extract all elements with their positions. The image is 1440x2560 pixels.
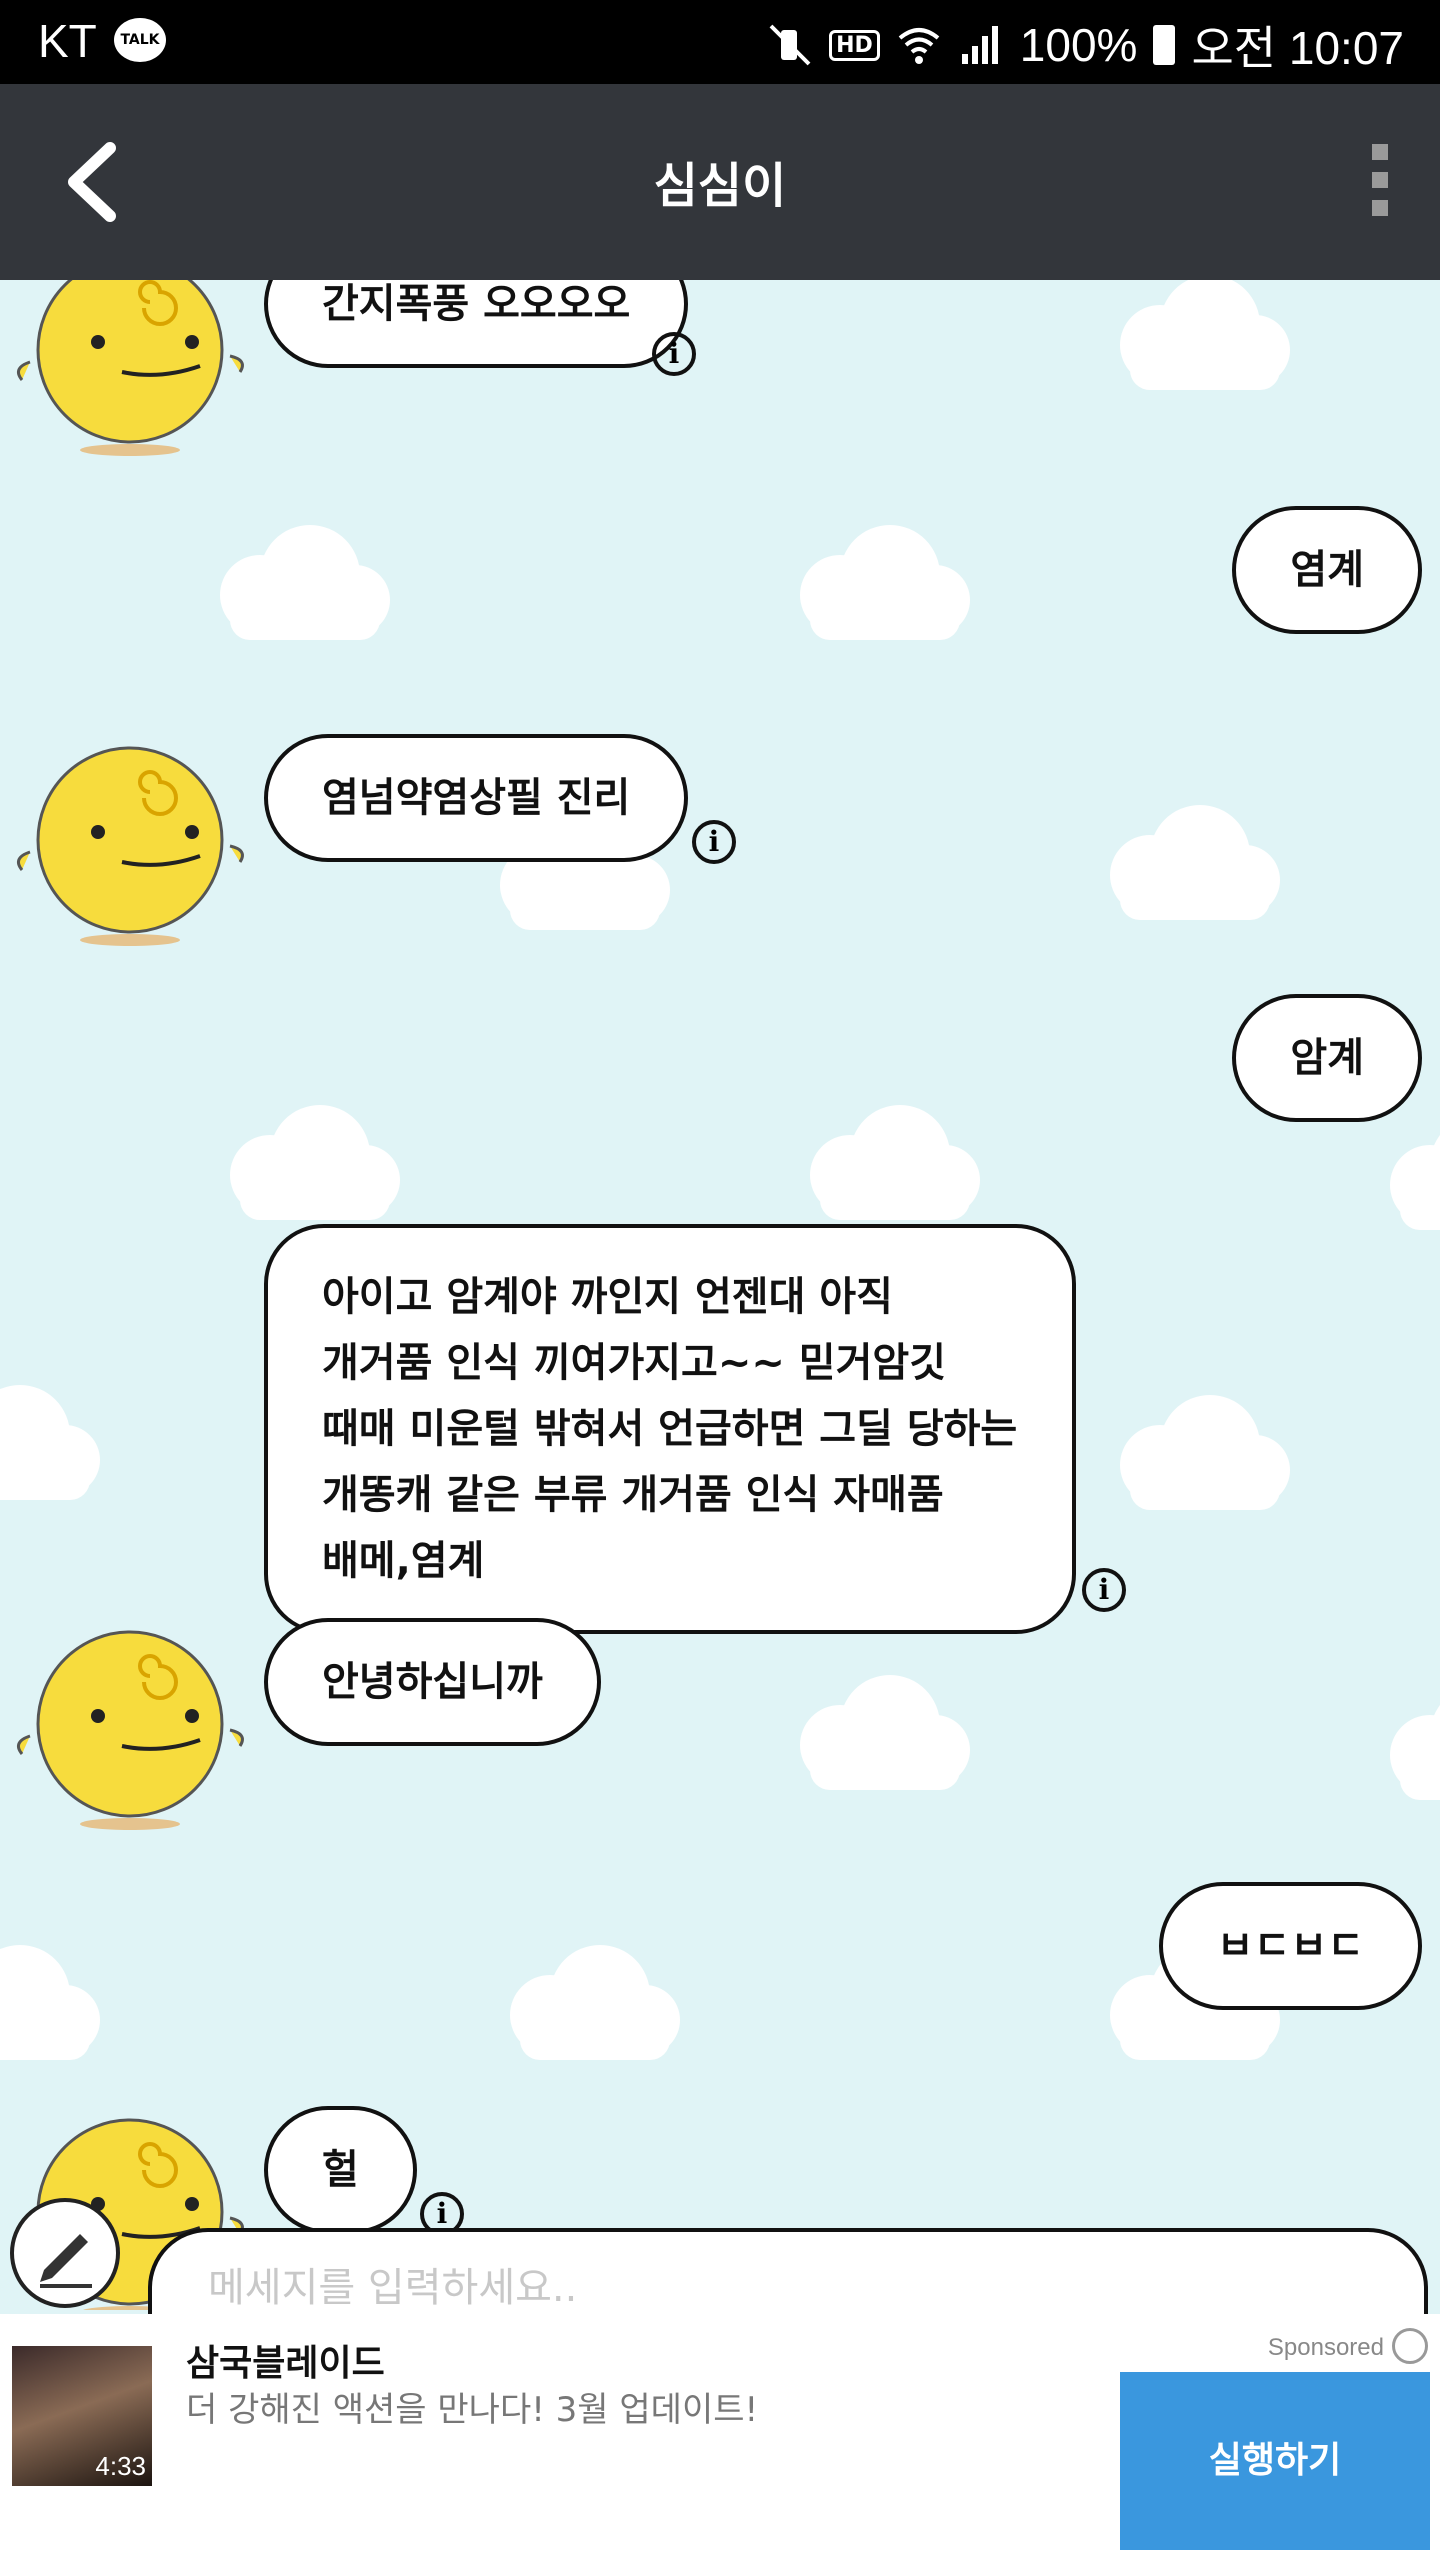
chat-bubble-bot: 간지폭풍 오오오오: [264, 280, 689, 368]
carrier-label: KT: [38, 15, 97, 67]
battery-icon: [1153, 25, 1176, 65]
ad-cta-button[interactable]: 실행하기: [1120, 2372, 1430, 2550]
message-line: 개똥캐 같은 부류 개거품 인식 자매품: [322, 1472, 944, 1518]
status-indicators: HD 100% 오전 10:07: [767, 12, 1404, 78]
simsimi-avatar[interactable]: [10, 1624, 250, 1844]
ad-banner[interactable]: 4:33 삼국블레이드 더 강해진 액션을 만나다! 3월 업데이트! Spon…: [0, 2314, 1440, 2560]
cloud-decoration: [1120, 1395, 1290, 1510]
more-dot: [1372, 172, 1388, 188]
chat-area[interactable]: 간지폭풍 오오오오 i 염계 염넘약염상필 진리 i 암계 아이고 암계야 까인…: [0, 280, 1440, 2310]
hd-voice-icon: HD: [829, 29, 880, 61]
signal-icon: [961, 26, 998, 64]
battery-percent: 100%: [1019, 19, 1138, 71]
message-line: 아이고 암계야 까인지 언젠대 아직: [322, 1274, 893, 1320]
chat-bubble-bot: 안녕하십니까: [264, 1618, 601, 1746]
kakaotalk-notification-icon: TALK: [114, 18, 166, 62]
chat-bubble-user: ㅂㄷㅂㄷ: [1158, 1882, 1422, 2010]
chat-bubble-user: 암계: [1232, 994, 1422, 1122]
edit-button[interactable]: [10, 2198, 120, 2308]
more-dot: [1372, 200, 1388, 216]
info-icon[interactable]: i: [692, 820, 736, 864]
wifi-icon: [898, 28, 940, 64]
video-duration: 4:33: [95, 2451, 146, 2481]
info-icon[interactable]: i: [652, 332, 696, 376]
ad-description: 더 강해진 액션을 만나다! 3월 업데이트!: [186, 2390, 759, 2430]
simsimi-avatar[interactable]: [10, 740, 250, 960]
chat-bubble-bot: 아이고 암계야 까인지 언젠대 아직 개거품 인식 끼여가지고~~ 믿거암깃 때…: [264, 1224, 1076, 1634]
info-icon[interactable]: i: [1082, 1568, 1126, 1612]
ad-app-name[interactable]: 삼국블레이드: [186, 2334, 385, 2386]
cloud-decoration: [1390, 1135, 1440, 1230]
status-bar: KT TALK HD 100% 오전 10:07: [0, 0, 1440, 84]
cloud-decoration: [800, 1675, 970, 1790]
cloud-decoration: [510, 1945, 680, 2060]
cloud-decoration: [0, 1945, 100, 2060]
vibrate-mute-icon: [769, 24, 811, 66]
chat-bubble-bot: 헐: [264, 2106, 417, 2234]
cloud-decoration: [220, 525, 390, 640]
cloud-decoration: [810, 1105, 980, 1220]
ad-info-icon[interactable]: [1392, 2328, 1428, 2364]
message-line: 때매 미운털 밖혀서 언급하면 그딜 당하는: [322, 1406, 1018, 1452]
more-dot: [1372, 144, 1388, 160]
cloud-decoration: [1120, 280, 1290, 390]
app-bar: 심심이: [0, 84, 1440, 280]
sponsored-label: Sponsored: [1267, 2334, 1384, 2361]
more-options-button[interactable]: [1350, 134, 1410, 234]
ad-thumbnail[interactable]: 4:33: [12, 2346, 152, 2486]
cloud-decoration: [800, 525, 970, 640]
message-line: 개거품 인식 끼여가지고~~ 믿거암깃: [322, 1340, 947, 1386]
pencil-icon: [40, 2234, 92, 2288]
simsimi-avatar[interactable]: [10, 280, 250, 470]
clock: 오전 10:07: [1191, 22, 1404, 74]
page-title: 심심이: [653, 158, 787, 214]
cloud-decoration: [0, 1385, 100, 1500]
chat-bubble-bot: 염넘약염상필 진리: [264, 734, 689, 862]
chat-bubble-user: 염계: [1232, 506, 1422, 634]
cloud-decoration: [230, 1105, 400, 1220]
cloud-decoration: [1390, 1705, 1440, 1800]
message-line: 배메,염계: [322, 1538, 485, 1584]
cloud-decoration: [1110, 805, 1280, 920]
